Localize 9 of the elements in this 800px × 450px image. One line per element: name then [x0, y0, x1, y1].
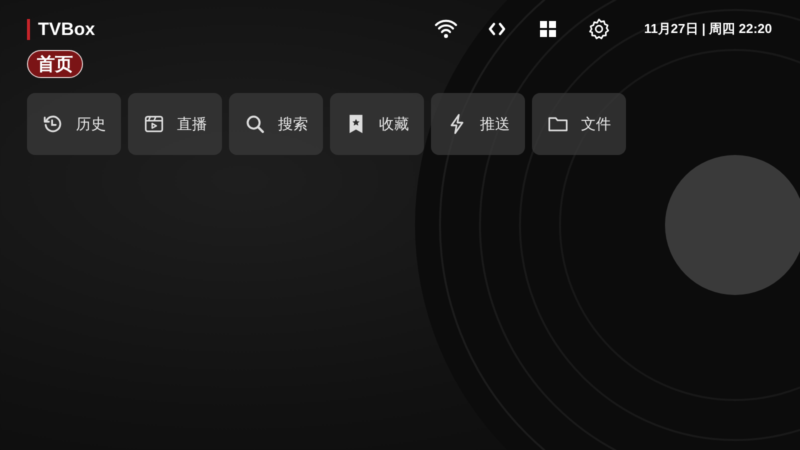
date-time: 11月27日 | 周四 22:20: [644, 20, 772, 38]
shortcut-button[interactable]: 收藏: [330, 93, 424, 155]
shortcut-button[interactable]: 文件: [532, 93, 626, 155]
app-title: TVBox: [38, 18, 96, 40]
shortcut-button[interactable]: 搜索: [229, 93, 323, 155]
home-tab[interactable]: 首页: [27, 50, 83, 78]
shortcut-button[interactable]: 直播: [128, 93, 222, 155]
shortcut-button[interactable]: 历史: [27, 93, 121, 155]
shortcut-button[interactable]: 推送: [431, 93, 525, 155]
